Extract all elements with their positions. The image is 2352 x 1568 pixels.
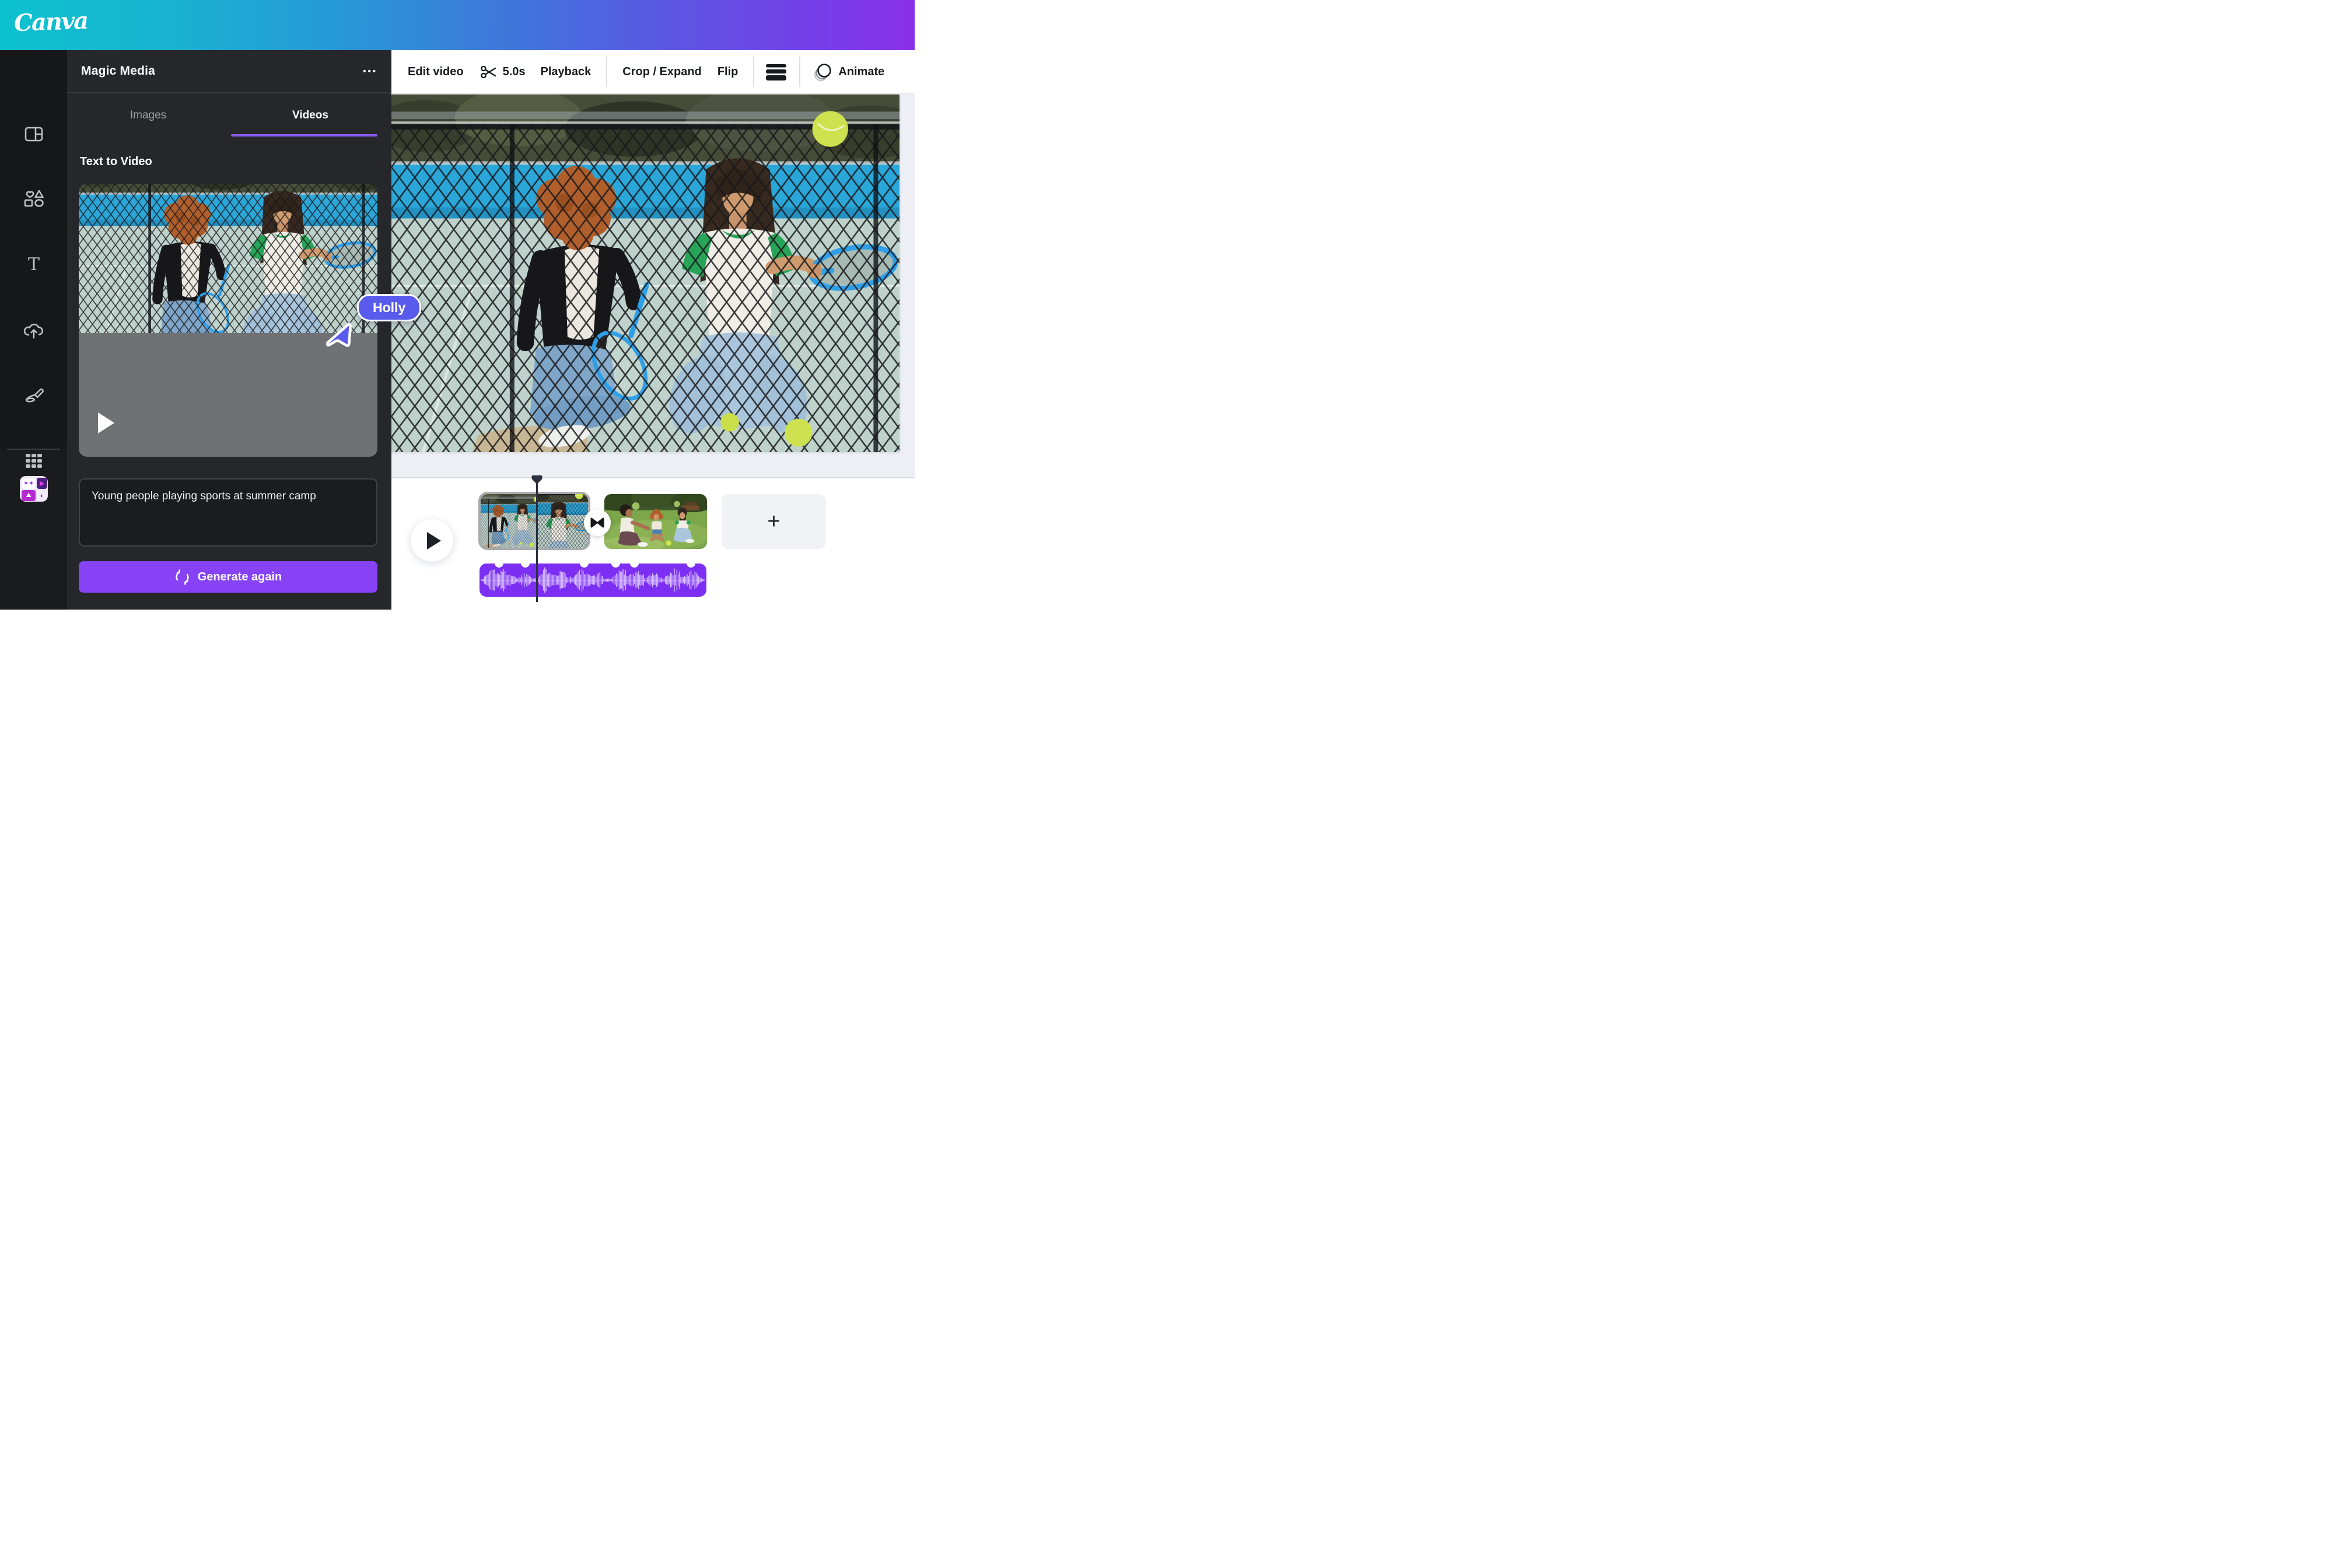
svg-text:T: T (28, 254, 40, 275)
sidebar-item-apps[interactable] (20, 447, 47, 474)
text-icon: T (23, 254, 44, 275)
toolbar-divider (606, 57, 608, 87)
tab-images[interactable]: Images (67, 93, 229, 138)
crop-expand-button[interactable]: Crop / Expand (622, 65, 702, 79)
audio-waveform (481, 567, 705, 593)
clip-frame (536, 494, 588, 548)
clip-frame (481, 494, 537, 548)
tab-videos[interactable]: Videos (229, 93, 391, 138)
generate-again-label: Generate again (197, 570, 282, 583)
design-icon (23, 124, 44, 145)
active-tab-underline (231, 134, 377, 136)
draw-pen-icon (23, 385, 45, 407)
clip-duration: 5.0s (502, 65, 526, 78)
generate-again-button[interactable]: Generate again (79, 561, 377, 593)
canva-video-editor: Canva T ✦✦ ▶ ⛰ ◐ Magic Media ••• Images … (0, 0, 915, 610)
magic-media-app-icon[interactable]: ✦✦ ▶ ⛰ ◐ (20, 476, 48, 502)
playhead-pin[interactable] (531, 475, 542, 487)
toolbar-divider (753, 57, 755, 87)
audio-track[interactable] (480, 559, 706, 597)
play-icon (427, 531, 441, 550)
animate-label: Animate (838, 65, 885, 78)
sidebar: T ✦✦ ▶ ⛰ ◐ (0, 50, 67, 610)
planet-tile: ◐ (37, 490, 47, 501)
add-clip-button[interactable]: + (722, 494, 826, 549)
sidebar-divider (7, 449, 60, 450)
transition-bowtie-icon (590, 516, 605, 529)
panel-header: Magic Media ••• (67, 50, 391, 93)
video-page[interactable] (391, 94, 900, 452)
beat-notch (579, 559, 589, 568)
sidebar-item-draw[interactable] (20, 383, 47, 410)
panel-title: Magic Media (81, 64, 156, 78)
elements-icon (23, 188, 45, 211)
playhead-line[interactable] (536, 481, 538, 602)
sidebar-item-uploads[interactable] (20, 317, 47, 344)
playback-button[interactable]: Playback (541, 65, 592, 79)
editor-area: Edit video 5.0s Playback Crop / Expand F… (391, 50, 915, 610)
app-header: Canva (0, 0, 915, 50)
panel-more-menu[interactable]: ••• (363, 66, 377, 76)
image-tile: ⛰ (22, 490, 36, 501)
edit-video-button[interactable]: Edit video (408, 65, 464, 79)
beat-notch (520, 559, 530, 568)
timeline-clip-tennis[interactable] (478, 492, 590, 550)
scissors-icon (480, 63, 498, 81)
timeline: + (391, 475, 915, 610)
plus-icon: + (767, 509, 780, 534)
upload-cloud-icon (23, 320, 45, 342)
sidebar-item-text[interactable]: T (20, 251, 47, 278)
generated-video-preview[interactable] (79, 184, 377, 457)
magic-media-panel: Magic Media ••• Images Videos Text to Vi… (67, 50, 391, 610)
toolbar-divider (799, 57, 801, 87)
flip-button[interactable]: Flip (718, 65, 738, 79)
preview-thumbnail (79, 184, 377, 333)
sparkles-tile: ✦✦ (22, 478, 36, 489)
sidebar-item-elements[interactable] (20, 186, 47, 213)
apps-grid-icon (23, 450, 44, 471)
design-canvas (391, 94, 915, 478)
play-tile: ▶ (37, 478, 47, 489)
play-icon[interactable] (98, 412, 114, 433)
timeline-play-button[interactable] (411, 519, 453, 562)
timeline-clip-grass[interactable] (604, 494, 707, 549)
beat-notch (495, 559, 504, 568)
beat-notch (686, 559, 695, 568)
context-toolbar: Edit video 5.0s Playback Crop / Expand F… (391, 50, 915, 94)
beat-notch (629, 559, 639, 568)
section-title: Text to Video (80, 155, 152, 168)
animate-button[interactable]: Animate (813, 62, 884, 82)
canva-logo[interactable]: Canva (13, 7, 88, 37)
levels-icon[interactable] (765, 62, 787, 82)
animate-icon (813, 62, 833, 82)
media-type-tabs: Images Videos (67, 93, 391, 138)
sidebar-item-design[interactable] (20, 121, 47, 148)
transition-button[interactable] (584, 509, 611, 536)
prompt-input[interactable]: Young people playing sports at summer ca… (79, 478, 377, 547)
trim-duration-control[interactable]: 5.0s (480, 63, 526, 81)
regenerate-icon (174, 569, 190, 585)
